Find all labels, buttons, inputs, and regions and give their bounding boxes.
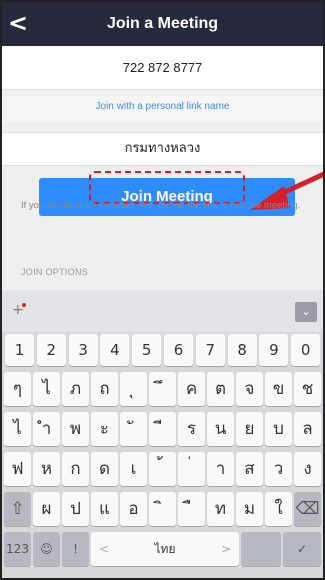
key-thai[interactable]: ใ bbox=[265, 492, 292, 526]
divider bbox=[2, 122, 323, 132]
key-thai[interactable]: ง bbox=[294, 452, 321, 486]
numbers-key[interactable]: 123 bbox=[4, 532, 31, 566]
key-thai[interactable]: พ bbox=[62, 412, 89, 446]
space-bar[interactable]: ไทย < > bbox=[91, 532, 239, 566]
key-thai[interactable]: ห bbox=[33, 452, 60, 486]
key-8[interactable]: 8 bbox=[227, 334, 257, 366]
key-thai[interactable]: น bbox=[207, 412, 234, 446]
emoji-icon[interactable]: ☺ bbox=[33, 532, 60, 566]
key-thai[interactable]: จ bbox=[236, 372, 263, 406]
key-thai[interactable]: ข bbox=[265, 372, 292, 406]
key-thai[interactable]: ำ bbox=[33, 412, 60, 446]
done-key[interactable]: ✓ bbox=[283, 532, 321, 566]
key-thai[interactable]: ร bbox=[178, 412, 205, 446]
key-thai[interactable]: ื bbox=[178, 492, 205, 526]
key-thai[interactable]: เ bbox=[120, 452, 147, 486]
key-thai[interactable]: ส bbox=[236, 452, 263, 486]
thai-keyboard: + ⌄ 1234567890ๆไภถุึคตจขชไำพะัีรนยบลฟหกด… bbox=[2, 290, 323, 578]
key-1[interactable]: 1 bbox=[5, 334, 34, 366]
delete-key[interactable]: ⌫ bbox=[294, 492, 321, 526]
key-thai[interactable]: ช bbox=[294, 372, 321, 406]
key-thai[interactable]: า bbox=[207, 452, 234, 486]
key-thai[interactable]: ย bbox=[236, 412, 263, 446]
key-5[interactable]: 5 bbox=[132, 334, 162, 366]
key-thai[interactable]: ี bbox=[149, 412, 176, 446]
key-thai[interactable]: ม bbox=[236, 492, 263, 526]
key-0[interactable]: 0 bbox=[291, 334, 321, 366]
key-thai[interactable]: บ bbox=[265, 412, 292, 446]
key-thai[interactable]: ต bbox=[207, 372, 234, 406]
key-thai[interactable]: ถ bbox=[91, 372, 118, 406]
punctuation-key[interactable]: ! bbox=[62, 532, 89, 566]
language-next-icon: > bbox=[220, 542, 231, 556]
key-thai[interactable]: ้ bbox=[149, 452, 176, 486]
phone-screen: < Join a Meeting 722 872 8777 Join with … bbox=[0, 0, 325, 580]
key-4[interactable]: 4 bbox=[100, 334, 130, 366]
page-title: Join a Meeting bbox=[106, 15, 219, 32]
join-options-heading: JOIN OPTIONS bbox=[21, 267, 89, 277]
shift-key[interactable]: ⇧ bbox=[4, 492, 31, 526]
key-thai[interactable]: ะ bbox=[91, 412, 118, 446]
key-thai[interactable]: แ bbox=[91, 492, 118, 526]
display-name-field[interactable]: กรมทางหลวง bbox=[2, 132, 323, 166]
key-thai[interactable]: ึ bbox=[149, 372, 176, 406]
key-6[interactable]: 6 bbox=[164, 334, 193, 366]
key-thai[interactable]: อ bbox=[120, 492, 147, 526]
key-thai[interactable]: ด bbox=[91, 452, 118, 486]
key-thai[interactable]: ั bbox=[120, 412, 147, 446]
key-3[interactable]: 3 bbox=[68, 334, 98, 366]
key-thai[interactable]: ว bbox=[265, 452, 292, 486]
nav-bar: < Join a Meeting bbox=[2, 2, 323, 46]
key-thai[interactable]: ุ bbox=[120, 372, 147, 406]
collapse-keyboard-icon[interactable]: ⌄ bbox=[295, 302, 317, 322]
personal-link-button[interactable]: Join with a personal link name bbox=[2, 96, 323, 122]
key-thai[interactable]: ผ bbox=[33, 492, 60, 526]
key-thai[interactable]: ไ bbox=[33, 372, 60, 406]
key-2[interactable]: 2 bbox=[36, 334, 66, 366]
key-thai[interactable]: ฟ bbox=[4, 452, 31, 486]
blank-key[interactable] bbox=[241, 532, 281, 566]
invitation-hint: If you received an invitation link, tap … bbox=[21, 200, 301, 211]
key-thai[interactable]: ๆ bbox=[4, 372, 31, 406]
keyboard-toolbar: + ⌄ bbox=[2, 290, 323, 332]
meeting-id-field[interactable]: 722 872 8777 bbox=[2, 46, 323, 90]
key-thai[interactable]: ท bbox=[207, 492, 234, 526]
key-thai[interactable]: ิ bbox=[149, 492, 176, 526]
key-thai[interactable]: ล bbox=[294, 412, 321, 446]
notification-dot bbox=[22, 303, 26, 307]
key-thai[interactable]: ไ bbox=[4, 412, 31, 446]
key-thai[interactable]: ค bbox=[178, 372, 205, 406]
key-9[interactable]: 9 bbox=[259, 334, 289, 366]
key-thai[interactable]: ่ bbox=[178, 452, 205, 486]
key-7[interactable]: 7 bbox=[195, 334, 225, 366]
key-thai[interactable]: ก bbox=[62, 452, 89, 486]
language-prev-icon: < bbox=[99, 542, 110, 556]
key-thai[interactable]: ภ bbox=[62, 372, 89, 406]
key-thai[interactable]: ป bbox=[62, 492, 89, 526]
